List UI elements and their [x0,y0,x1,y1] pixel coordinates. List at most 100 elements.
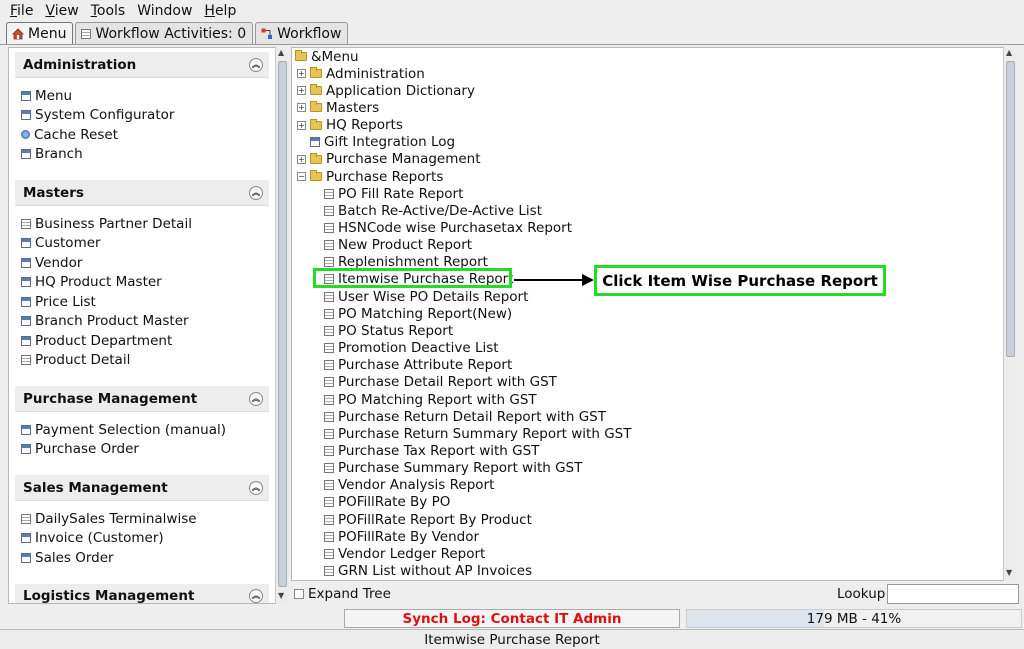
menu-file[interactable]: File [4,3,39,19]
menu-help[interactable]: Help [198,3,242,19]
group-header[interactable]: Sales Management ︽ [15,475,269,501]
menu-item-sales-order[interactable]: Sales Order [21,548,269,568]
folder-icon [310,84,322,96]
tab-menu[interactable]: Menu [6,22,74,44]
menu-view[interactable]: View [39,3,84,19]
menu-item-system-configurator[interactable]: System Configurator [21,106,269,126]
window-icon [21,335,31,346]
menu-item-branch[interactable]: Branch [21,145,269,165]
tree-node-hsncode-wise-purchasetax-report[interactable]: HSNCode wise Purchasetax Report [324,220,572,237]
tree-node-purchase-reports[interactable]: − Purchase Reports [297,168,443,185]
tree-node-pofillrate-by-po[interactable]: POFillRate By PO [324,494,450,511]
menu-item-menu[interactable]: Menu [21,86,269,106]
scroll-down-icon[interactable]: ▼ [278,591,284,600]
lookup-input[interactable] [887,584,1019,604]
tree-node-purchase-summary-report-with-gst[interactable]: Purchase Summary Report with GST [324,460,582,477]
tree-node-po-matching-report-with-gst[interactable]: PO Matching Report with GST [324,391,537,408]
menu-item-customer[interactable]: Customer [21,234,269,254]
tree-node-new-product-report[interactable]: New Product Report [324,237,472,254]
memory-indicator[interactable]: 179 MB - 41% [686,609,1022,628]
collapse-icon[interactable]: ︽ [249,480,263,495]
group-header[interactable]: Masters ︽ [15,180,269,206]
report-icon [324,257,334,268]
tree-node-label: New Product Report [338,237,473,254]
tree-node-grn-list-without-ap-invoices[interactable]: GRN List without AP Invoices [324,563,532,580]
tree-root[interactable]: &Menu [295,48,359,65]
tree-node-hq-reports[interactable]: + HQ Reports [297,117,403,134]
tree-node-purchase-management[interactable]: + Purchase Management [297,151,481,168]
scroll-up-icon[interactable]: ▲ [1006,48,1012,57]
menu-item-label: System Configurator [35,107,175,124]
menu-item-price-list[interactable]: Price List [21,292,269,312]
group-title: Administration [23,56,137,73]
window-icon [21,296,31,307]
tree-node-application-dictionary[interactable]: + Application Dictionary [297,82,475,99]
tree-node-masters[interactable]: + Masters [297,99,379,116]
expand-tree-checkbox[interactable] [294,589,304,599]
tree-node-po-matching-report-new[interactable]: PO Matching Report(New) [324,305,512,322]
tab-workflow-activities[interactable]: Workflow Activities: 0 [75,22,254,44]
tree-node-purchase-tax-report-with-gst[interactable]: Purchase Tax Report with GST [324,442,539,459]
tree-node-purchase-return-summary-report-with-gst[interactable]: Purchase Return Summary Report with GST [324,425,631,442]
scrollbar-thumb[interactable] [278,61,287,587]
tree-node-user-wise-po-details-report[interactable]: User Wise PO Details Report [324,288,528,305]
expand-node-icon[interactable]: + [297,120,306,130]
menu-window[interactable]: Window [131,3,198,19]
menu-tools[interactable]: Tools [85,3,132,19]
menu-item-business-partner-detail[interactable]: Business Partner Detail [21,214,269,234]
tree-node-pofillrate-by-vendor[interactable]: POFillRate By Vendor [324,528,479,545]
tree-node-po-status-report[interactable]: PO Status Report [324,322,453,339]
tree-node-purchase-return-detail-report-with-gst[interactable]: Purchase Return Detail Report with GST [324,408,606,425]
menu-item-vendor[interactable]: Vendor [21,253,269,273]
menu-item-cache-reset[interactable]: Cache Reset [21,125,269,145]
report-icon [324,548,334,559]
scroll-up-icon[interactable]: ▲ [278,48,284,57]
menu-item-purchase-order[interactable]: Purchase Order [21,440,269,460]
collapse-icon[interactable]: ︽ [249,57,263,72]
menu-item-product-detail[interactable]: Product Detail [21,351,269,371]
tree-node-vendor-ledger-report[interactable]: Vendor Ledger Report [324,545,485,562]
collapse-icon[interactable]: ︽ [249,391,263,406]
expand-node-icon[interactable]: + [297,69,306,79]
tree-node-gift-integration-log[interactable]: Gift Integration Log [310,134,455,151]
tree-bottom-bar: Expand Tree Lookup [291,583,1021,605]
tree-node-batch-re-active-de-active-list[interactable]: Batch Re-Active/De-Active List [324,202,542,219]
menu-item-hq-product-master[interactable]: HQ Product Master [21,273,269,293]
menu-item-dailysales-terminalwise[interactable]: DailySales Terminalwise [21,509,269,529]
tab-workflow-activities-label: Workflow Activities: 0 [95,25,247,42]
collapse-icon[interactable]: ︽ [249,185,263,200]
tree-node-label: Purchase Tax Report with GST [338,442,540,459]
collapse-node-icon[interactable]: − [297,172,306,182]
group-header[interactable]: Administration ︽ [15,52,269,78]
menu-item-payment-selection-manual[interactable]: Payment Selection (manual) [21,420,269,440]
tree-node-promotion-deactive-list[interactable]: Promotion Deactive List [324,340,499,357]
synch-log-button[interactable]: Synch Log: Contact IT Admin [344,609,680,628]
collapse-icon[interactable]: ︽ [249,589,263,603]
tree-node-po-fill-rate-report[interactable]: PO Fill Rate Report [324,185,463,202]
menu-group-sales-management: Sales Management ︽ DailySales Terminalwise… [15,475,269,578]
tree-node-vendor-analysis-report[interactable]: Vendor Analysis Report [324,477,494,494]
menu-item-invoice-customer[interactable]: Invoice (Customer) [21,529,269,549]
status-bar: Synch Log: Contact IT Admin 179 MB - 41% [0,607,1024,629]
report-icon [324,566,334,576]
tree-node-pofillrate-report-by-product[interactable]: POFillRate Report By Product [324,511,532,528]
expand-node-icon[interactable]: + [297,86,306,96]
report-icon [324,188,334,199]
tree-node-label: Purchase Summary Report with GST [338,460,583,477]
tree-node-purchase-attribute-report[interactable]: Purchase Attribute Report [324,357,512,374]
scroll-down-icon[interactable]: ▼ [1006,568,1012,577]
expand-node-icon[interactable]: + [297,154,306,164]
tab-workflow[interactable]: Workflow [255,22,349,44]
scrollbar-thumb[interactable] [1006,61,1015,357]
tree-node-administration[interactable]: + Administration [297,65,425,82]
group-header[interactable]: Purchase Management ︽ [15,386,269,412]
left-panel-scrollbar[interactable]: ▲ ▼ [275,47,289,604]
tree-scrollbar[interactable]: ▲ ▼ [1003,47,1017,581]
tree-node-label: Masters [326,99,380,116]
menubar: File View Tools Window Help [0,0,1024,21]
expand-node-icon[interactable]: + [297,103,306,113]
group-header[interactable]: Logistics Management ︽ [15,583,269,603]
tree-node-purchase-detail-report-with-gst[interactable]: Purchase Detail Report with GST [324,374,557,391]
menu-item-product-department[interactable]: Product Department [21,331,269,351]
menu-item-branch-product-master[interactable]: Branch Product Master [21,312,269,332]
